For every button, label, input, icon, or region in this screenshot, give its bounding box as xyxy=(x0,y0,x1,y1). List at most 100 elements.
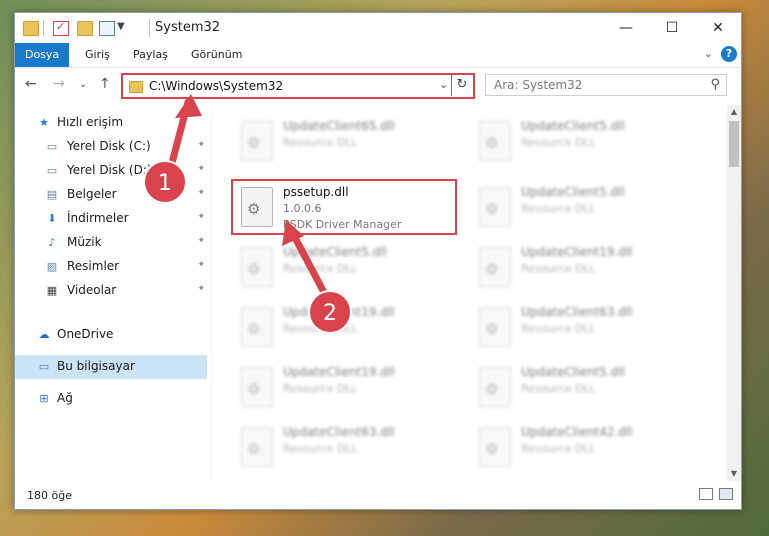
file-tile[interactable]: ⚙ UpdateClient65.dll Resource DLL xyxy=(233,115,459,171)
file-list: ⚙ UpdateClient65.dll Resource DLL ⚙ psse… xyxy=(215,105,727,481)
sidebar-item-local-disk-d[interactable]: ▭ Yerel Disk (D:) ✦ xyxy=(15,159,207,183)
tab-paylas[interactable]: Paylaş xyxy=(123,43,178,67)
minimize-button[interactable]: — xyxy=(603,13,649,43)
folder-icon xyxy=(23,21,39,36)
file-name: UpdateClient5.dll xyxy=(521,365,625,379)
pin-icon[interactable]: ✦ xyxy=(197,188,205,198)
file-description: Resource DLL xyxy=(283,442,358,455)
pin-icon[interactable]: ✦ xyxy=(197,284,205,294)
file-name: UpdateClient19.dll xyxy=(283,365,395,379)
sidebar-item-label: Belgeler xyxy=(67,187,117,201)
search-placeholder[interactable]: Ara: System32 xyxy=(494,78,582,92)
file-tile[interactable]: ⚙ UpdateClient5.dll Resource DLL xyxy=(233,241,459,297)
file-tile[interactable]: ⚙ UpdateClient5.dll Resource DLL xyxy=(471,361,697,417)
file-tile[interactable]: ⚙ UpdateClient19.dll Resource DLL xyxy=(471,241,697,297)
tab-gorunum[interactable]: Görünüm xyxy=(181,43,252,67)
dll-file-icon: ⚙ xyxy=(241,307,273,347)
vertical-scrollbar[interactable]: ▲ ▼ xyxy=(727,105,741,481)
star-icon: ★ xyxy=(39,116,49,129)
sidebar-item-videos[interactable]: ▦ Videolar ✦ xyxy=(15,279,207,303)
back-button[interactable]: ← xyxy=(25,76,37,92)
file-name: UpdateClient63.dll xyxy=(521,305,633,319)
ribbon-tabs: Dosya Giriş Paylaş Görünüm ⌄ ? xyxy=(15,43,741,68)
videos-icon: ▦ xyxy=(46,284,58,297)
file-description: Resource DLL xyxy=(521,382,596,395)
sidebar-item-downloads[interactable]: ⬇ İndirmeler ✦ xyxy=(15,207,207,231)
large-icons-view-icon[interactable] xyxy=(719,488,733,500)
forward-button[interactable]: → xyxy=(53,76,65,92)
search-icon[interactable]: ⚲ xyxy=(710,77,720,92)
file-tile[interactable]: ⚙ UpdateClient5.dll Resource DLL xyxy=(471,115,697,171)
pin-icon[interactable]: ✦ xyxy=(197,212,205,222)
file-description: Resource DLL xyxy=(283,382,358,395)
address-path[interactable]: C:\Windows\System32 xyxy=(149,79,283,93)
quick-access-dropdown-icon[interactable]: ▼ xyxy=(117,21,125,32)
recent-locations-icon[interactable]: ⌄ xyxy=(79,79,87,90)
sidebar-item-pictures[interactable]: ▨ Resimler ✦ xyxy=(15,255,207,279)
sidebar-item-music[interactable]: ♪ Müzik ✦ xyxy=(15,231,207,255)
gear-icon: ⚙ xyxy=(247,200,261,218)
file-tile[interactable]: ⚙ UpdateClient19.dll Resource DLL xyxy=(233,361,459,417)
file-name: UpdateClient5.dll xyxy=(521,185,625,199)
dll-file-icon: ⚙ xyxy=(479,247,511,287)
sidebar-item-label: Videolar xyxy=(67,283,117,297)
navigation-bar: ← → ⌄ ↑ C:\Windows\System32 ⌄ ↻ Ara: Sys… xyxy=(15,68,741,104)
window-title: System32 xyxy=(155,20,221,35)
search-box[interactable]: Ara: System32 ⚲ xyxy=(485,74,727,96)
gear-icon: ⚙ xyxy=(485,380,499,398)
file-tile[interactable]: ⚙ UpdateClient63.dll Resource DLL xyxy=(471,301,697,357)
tab-giris[interactable]: Giriş xyxy=(75,43,120,67)
gear-icon: ⚙ xyxy=(247,320,261,338)
sidebar-item-label: Resimler xyxy=(67,259,120,273)
file-tile-pssetup[interactable]: ⚙ pssetup.dll 1.0.0.6 PSDK Driver Manage… xyxy=(231,179,457,235)
properties-icon[interactable]: ✓ xyxy=(53,20,69,36)
sidebar-item-local-disk-c[interactable]: ▭ Yerel Disk (C:) ✦ xyxy=(15,135,207,159)
scroll-down-icon[interactable]: ▼ xyxy=(727,467,741,481)
file-name: UpdateClient63.dll xyxy=(283,425,395,439)
sidebar-item-onedrive[interactable]: ☁ OneDrive xyxy=(15,323,207,347)
file-tile[interactable]: ⚙ UpdateClient63.dll Resource DLL xyxy=(233,421,459,477)
gear-icon: ⚙ xyxy=(247,380,261,398)
gear-icon: ⚙ xyxy=(485,134,499,152)
pin-icon[interactable]: ✦ xyxy=(197,140,205,150)
pin-icon[interactable]: ✦ xyxy=(197,236,205,246)
refresh-button[interactable]: ↻ xyxy=(451,74,472,96)
sidebar-item-label: İndirmeler xyxy=(67,211,129,225)
sidebar-item-documents[interactable]: ▤ Belgeler ✦ xyxy=(15,183,207,207)
help-icon[interactable]: ? xyxy=(721,46,737,62)
gear-icon: ⚙ xyxy=(247,440,261,458)
up-button[interactable]: ↑ xyxy=(99,76,111,92)
pin-icon[interactable]: ✦ xyxy=(197,260,205,270)
file-name: UpdateClient19.dll xyxy=(521,245,633,259)
scroll-up-icon[interactable]: ▲ xyxy=(727,105,741,119)
address-dropdown-icon[interactable]: ⌄ xyxy=(439,78,448,91)
tab-dosya[interactable]: Dosya xyxy=(15,43,69,67)
close-button[interactable]: ✕ xyxy=(695,13,741,43)
sidebar-item-quick-access[interactable]: ★ Hızlı erişim xyxy=(15,111,207,135)
sidebar-item-this-pc[interactable]: ▭ Bu bilgisayar xyxy=(15,355,207,379)
gear-icon: ⚙ xyxy=(485,320,499,338)
pane-divider[interactable] xyxy=(211,105,212,481)
customize-quick-access-icon[interactable] xyxy=(99,21,115,36)
file-tile[interactable]: ⚙ UpdateClient19.dll Resource DLL xyxy=(233,301,459,357)
gear-icon: ⚙ xyxy=(247,134,261,152)
maximize-button[interactable]: ☐ xyxy=(649,13,695,43)
expand-ribbon-icon[interactable]: ⌄ xyxy=(704,47,713,60)
dll-file-icon: ⚙ xyxy=(241,427,273,467)
new-folder-icon[interactable] xyxy=(77,21,93,36)
sidebar-item-network[interactable]: ⊞ Ağ xyxy=(15,387,207,411)
dll-file-icon: ⚙ xyxy=(479,307,511,347)
file-name: pssetup.dll xyxy=(283,185,349,199)
scroll-thumb[interactable] xyxy=(729,121,739,167)
pin-icon[interactable]: ✦ xyxy=(197,164,205,174)
details-view-icon[interactable] xyxy=(699,488,713,500)
file-description: Resource DLL xyxy=(521,136,596,149)
navigation-pane: ★ Hızlı erişim ▭ Yerel Disk (C:) ✦ ▭ Yer… xyxy=(15,105,211,481)
title-separator xyxy=(149,19,150,37)
file-tile[interactable]: ⚙ UpdateClient5.dll Resource DLL xyxy=(471,181,697,237)
dll-file-icon: ⚙ xyxy=(479,121,511,161)
file-description: Resource DLL xyxy=(521,262,596,275)
gear-icon: ⚙ xyxy=(485,200,499,218)
address-bar[interactable]: C:\Windows\System32 ⌄ ↻ xyxy=(121,73,475,99)
file-tile[interactable]: ⚙ UpdateClient42.dll Resource DLL xyxy=(471,421,697,477)
